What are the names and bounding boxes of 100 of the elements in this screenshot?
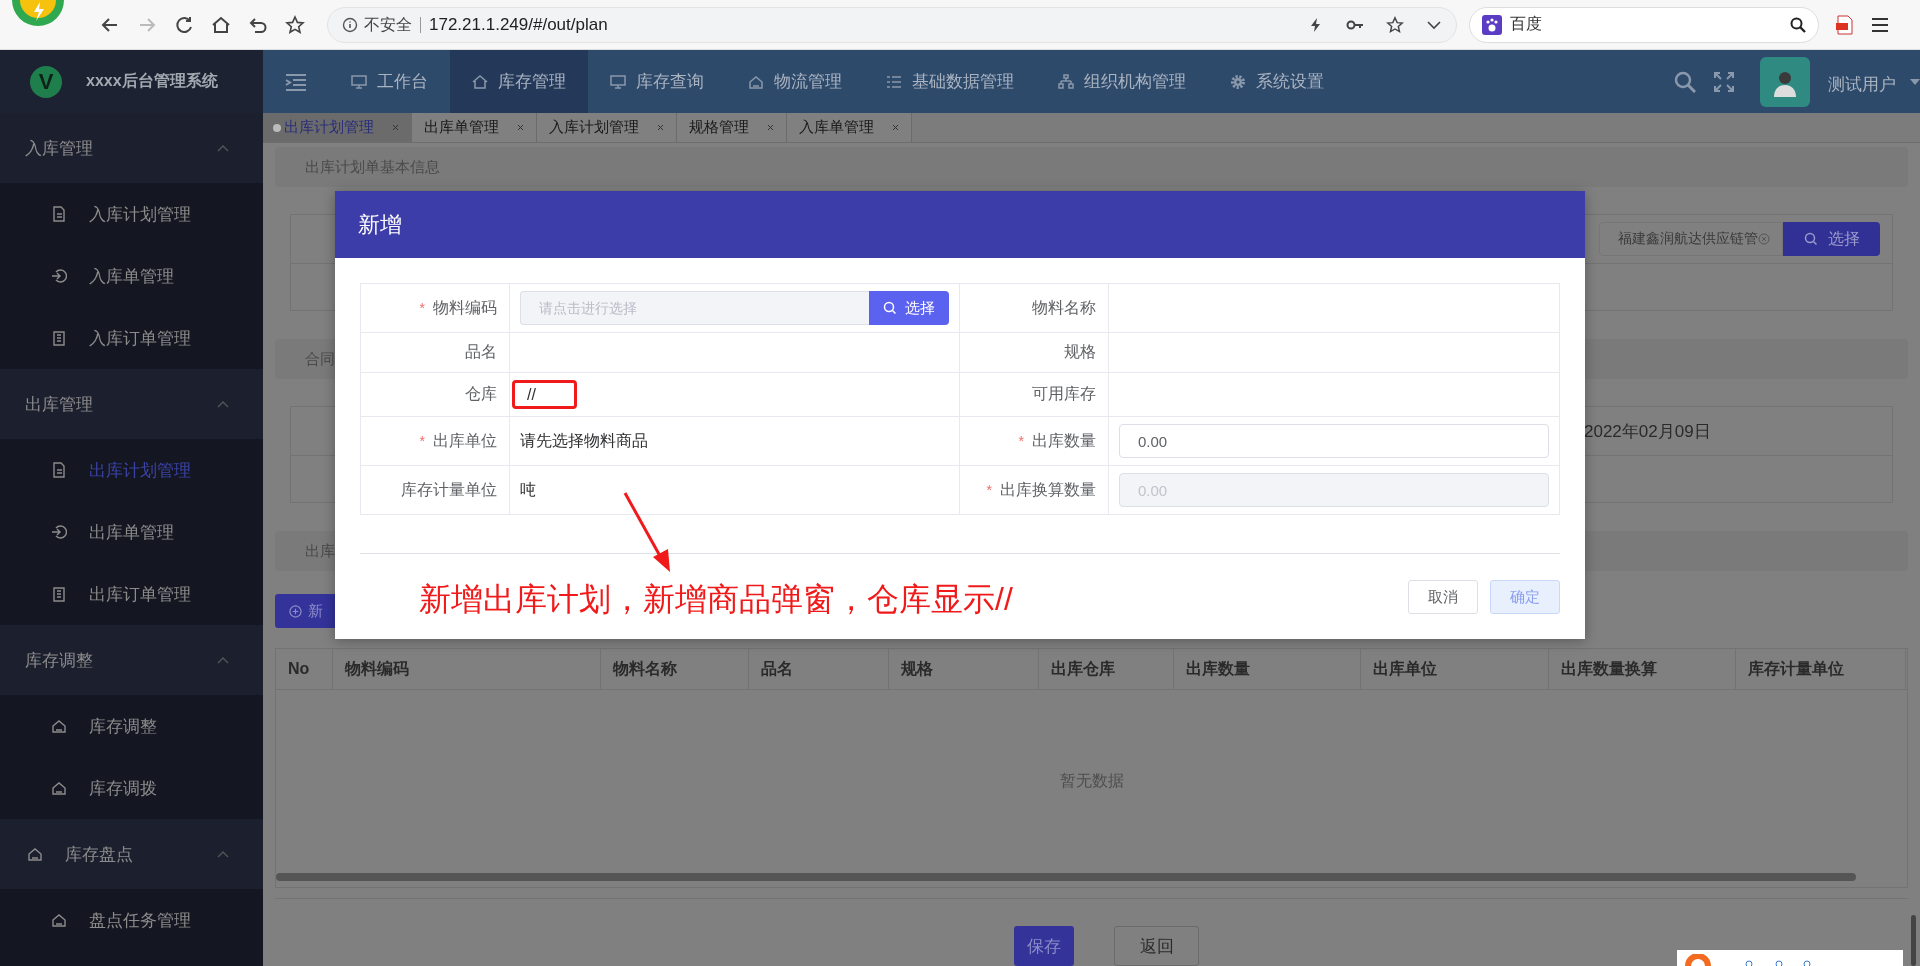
save-button[interactable]: 保存: [1014, 926, 1074, 966]
label-text: 出库单位: [433, 430, 497, 451]
house-icon: [748, 73, 764, 90]
search-field[interactable]: 百度: [1469, 6, 1819, 43]
required-mark: *: [986, 482, 992, 498]
hierarchy-icon: [1058, 73, 1074, 90]
menu-group-header[interactable]: 库存盘点: [0, 819, 263, 889]
clipboard-icon: [51, 586, 67, 602]
close-icon[interactable]: [657, 124, 664, 131]
sidebar-item[interactable]: 入库订单管理: [0, 307, 263, 369]
page-tab[interactable]: 出库计划管理: [263, 113, 412, 142]
monitor-icon: [610, 73, 626, 90]
sidebar-item[interactable]: 库存调拨: [0, 757, 263, 819]
arrow-icon: [51, 268, 67, 284]
chevron-icon: [217, 144, 229, 152]
sidebar-item[interactable]: 入库计划管理: [0, 183, 263, 245]
search-icon[interactable]: [1790, 16, 1806, 33]
scrollbar[interactable]: [1911, 915, 1916, 966]
sidebar-item[interactable]: 库存调整: [0, 695, 263, 757]
house-icon: [51, 912, 67, 928]
column-header: 规格: [889, 649, 1039, 689]
page-tab[interactable]: 规格管理: [677, 113, 787, 142]
column-header: 出库仓库: [1039, 649, 1174, 689]
menu-group-header[interactable]: 库存调整: [0, 625, 263, 695]
search-engine-label: 百度: [1510, 14, 1542, 34]
required-mark: *: [1018, 433, 1024, 449]
user-name[interactable]: 测试用户: [1828, 67, 1896, 96]
menu-group-header[interactable]: 入库管理: [0, 113, 263, 183]
page-tab[interactable]: 出库单管理: [412, 113, 537, 142]
security-label: 不安全: [364, 16, 421, 33]
label-text: 品名: [465, 342, 497, 362]
logo-mark: V: [30, 65, 62, 98]
user-avatar[interactable]: [1760, 56, 1810, 107]
label-text: 物料编码: [433, 297, 497, 318]
star-icon[interactable]: [1386, 15, 1404, 34]
nav-tab[interactable]: 基础数据管理: [864, 50, 1036, 113]
list-icon: [886, 73, 902, 90]
label-text: 库存计量单位: [401, 479, 497, 500]
page-tab[interactable]: 入库单管理: [787, 113, 912, 142]
menu-group-label: 库存调整: [25, 649, 93, 672]
column-header: 库存计量单位: [1736, 649, 1906, 689]
address-bar[interactable]: 不安全 172.21.1.249/#/out/plan: [327, 6, 1457, 43]
app-title: xxxx后台管理系统: [86, 71, 218, 91]
reload-icon[interactable]: [174, 14, 194, 35]
input-field[interactable]: 0.00: [1119, 424, 1549, 458]
clipboard-icon: [51, 330, 67, 346]
nav-tab[interactable]: 系统设置: [1208, 50, 1346, 113]
field-value: //: [527, 385, 536, 404]
field-value: 吨: [520, 479, 536, 500]
nav-tab[interactable]: 工作台: [329, 50, 450, 113]
field-value: 请先选择物料商品: [520, 430, 648, 451]
star-icon[interactable]: [285, 14, 305, 35]
menu-group-header[interactable]: 出库管理: [0, 369, 263, 439]
dialog-title: 新增: [358, 210, 402, 239]
info-icon: [342, 16, 358, 33]
nav-tab[interactable]: 库存查询: [588, 50, 726, 113]
menu-icon[interactable]: [1871, 16, 1889, 33]
column-header: No: [276, 649, 333, 689]
pdf-icon[interactable]: [1836, 14, 1854, 35]
close-icon[interactable]: [392, 124, 399, 131]
column-header: 出库数量: [1174, 649, 1361, 689]
sidebar-item[interactable]: 盘点任务管理: [0, 889, 263, 951]
column-header: 出库单位: [1361, 649, 1549, 689]
close-icon[interactable]: [517, 124, 524, 131]
house-icon: [51, 780, 67, 796]
menu-group-label: 库存盘点: [65, 843, 133, 866]
clear-icon[interactable]: [1758, 233, 1770, 245]
close-icon[interactable]: [892, 124, 899, 131]
plus-circle-icon: [289, 604, 302, 618]
label-text: 仓库: [465, 384, 497, 404]
page-tab[interactable]: 入库计划管理: [537, 113, 677, 142]
column-header: 出库数量换算: [1549, 649, 1736, 689]
cancel-button[interactable]: 取消: [1408, 580, 1478, 614]
select-button[interactable]: 选择: [869, 291, 949, 325]
house-icon: [51, 718, 67, 734]
nav-tab[interactable]: 物流管理: [726, 50, 864, 113]
nav-tab[interactable]: 组织机构管理: [1036, 50, 1208, 113]
dots-icon: [1743, 958, 1813, 966]
url-text: 172.21.1.249/#/out/plan: [429, 14, 608, 35]
gear-icon: [1230, 73, 1246, 90]
chevron-icon: [217, 400, 229, 408]
sidebar-item[interactable]: 入库单管理: [0, 245, 263, 307]
annotation-text: 新增出库计划，新增商品弹窗，仓库显示//: [419, 580, 1013, 619]
chevron-icon: [217, 656, 229, 664]
nav-tab[interactable]: 库存管理: [450, 50, 588, 113]
back-button[interactable]: 返回: [1114, 926, 1199, 966]
supplier-field[interactable]: 福建鑫润航达供应链管: [1599, 222, 1783, 256]
home-icon[interactable]: [211, 14, 231, 35]
supplier-value: 福建鑫润航达供应链管: [1618, 230, 1758, 248]
label-text: 出库数量: [1032, 430, 1096, 451]
sidebar-item[interactable]: 出库单管理: [0, 501, 263, 563]
select-button[interactable]: 选择: [1783, 222, 1880, 256]
scrollbar[interactable]: [276, 873, 1856, 881]
required-mark: *: [419, 433, 425, 449]
required-mark: *: [419, 300, 425, 316]
document-icon: [51, 206, 67, 222]
sidebar-item[interactable]: 出库订单管理: [0, 563, 263, 625]
fullscreen-icon[interactable]: [1714, 71, 1734, 92]
swirl-icon[interactable]: [1683, 954, 1713, 966]
close-icon[interactable]: [767, 124, 774, 131]
